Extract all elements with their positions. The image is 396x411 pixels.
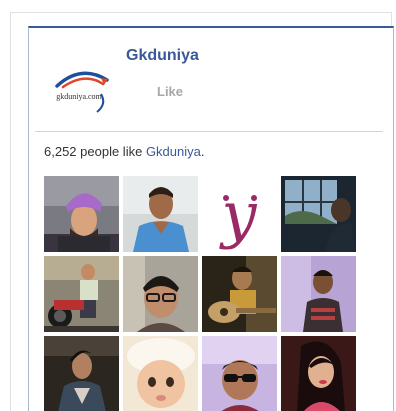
page-name-link[interactable]: Gkduniya: [126, 47, 199, 65]
fan-avatar[interactable]: [281, 336, 356, 411]
separator: [35, 131, 383, 132]
like-button[interactable]: Like: [157, 84, 183, 99]
fan-avatar[interactable]: [202, 336, 277, 411]
likes-period: .: [200, 144, 205, 159]
fan-avatar[interactable]: [123, 176, 198, 252]
page-logo[interactable]: gkduniya.com: [41, 50, 117, 126]
fans-grid: y: [44, 176, 359, 411]
fan-avatar[interactable]: y: [202, 176, 277, 252]
fan-avatar[interactable]: [202, 256, 277, 332]
fan-avatar[interactable]: [281, 256, 356, 332]
svg-text:y: y: [218, 178, 257, 251]
fan-avatar[interactable]: [123, 336, 198, 411]
fan-avatar[interactable]: [281, 176, 356, 252]
logo-wordmark: gkduniya.com: [56, 92, 102, 101]
fan-avatar[interactable]: [44, 176, 119, 252]
likes-text: people like: [76, 144, 146, 159]
likes-count-line: 6,252 people like Gkduniya.: [44, 144, 204, 159]
fan-avatar[interactable]: [123, 256, 198, 332]
fan-avatar[interactable]: [44, 336, 119, 411]
likes-page-link[interactable]: Gkduniya: [146, 144, 201, 159]
likes-count: 6,252: [44, 144, 77, 159]
fan-avatar[interactable]: [44, 256, 119, 332]
facebook-like-box: gkduniya.com Gkduniya Like 6,252 people …: [28, 26, 394, 411]
